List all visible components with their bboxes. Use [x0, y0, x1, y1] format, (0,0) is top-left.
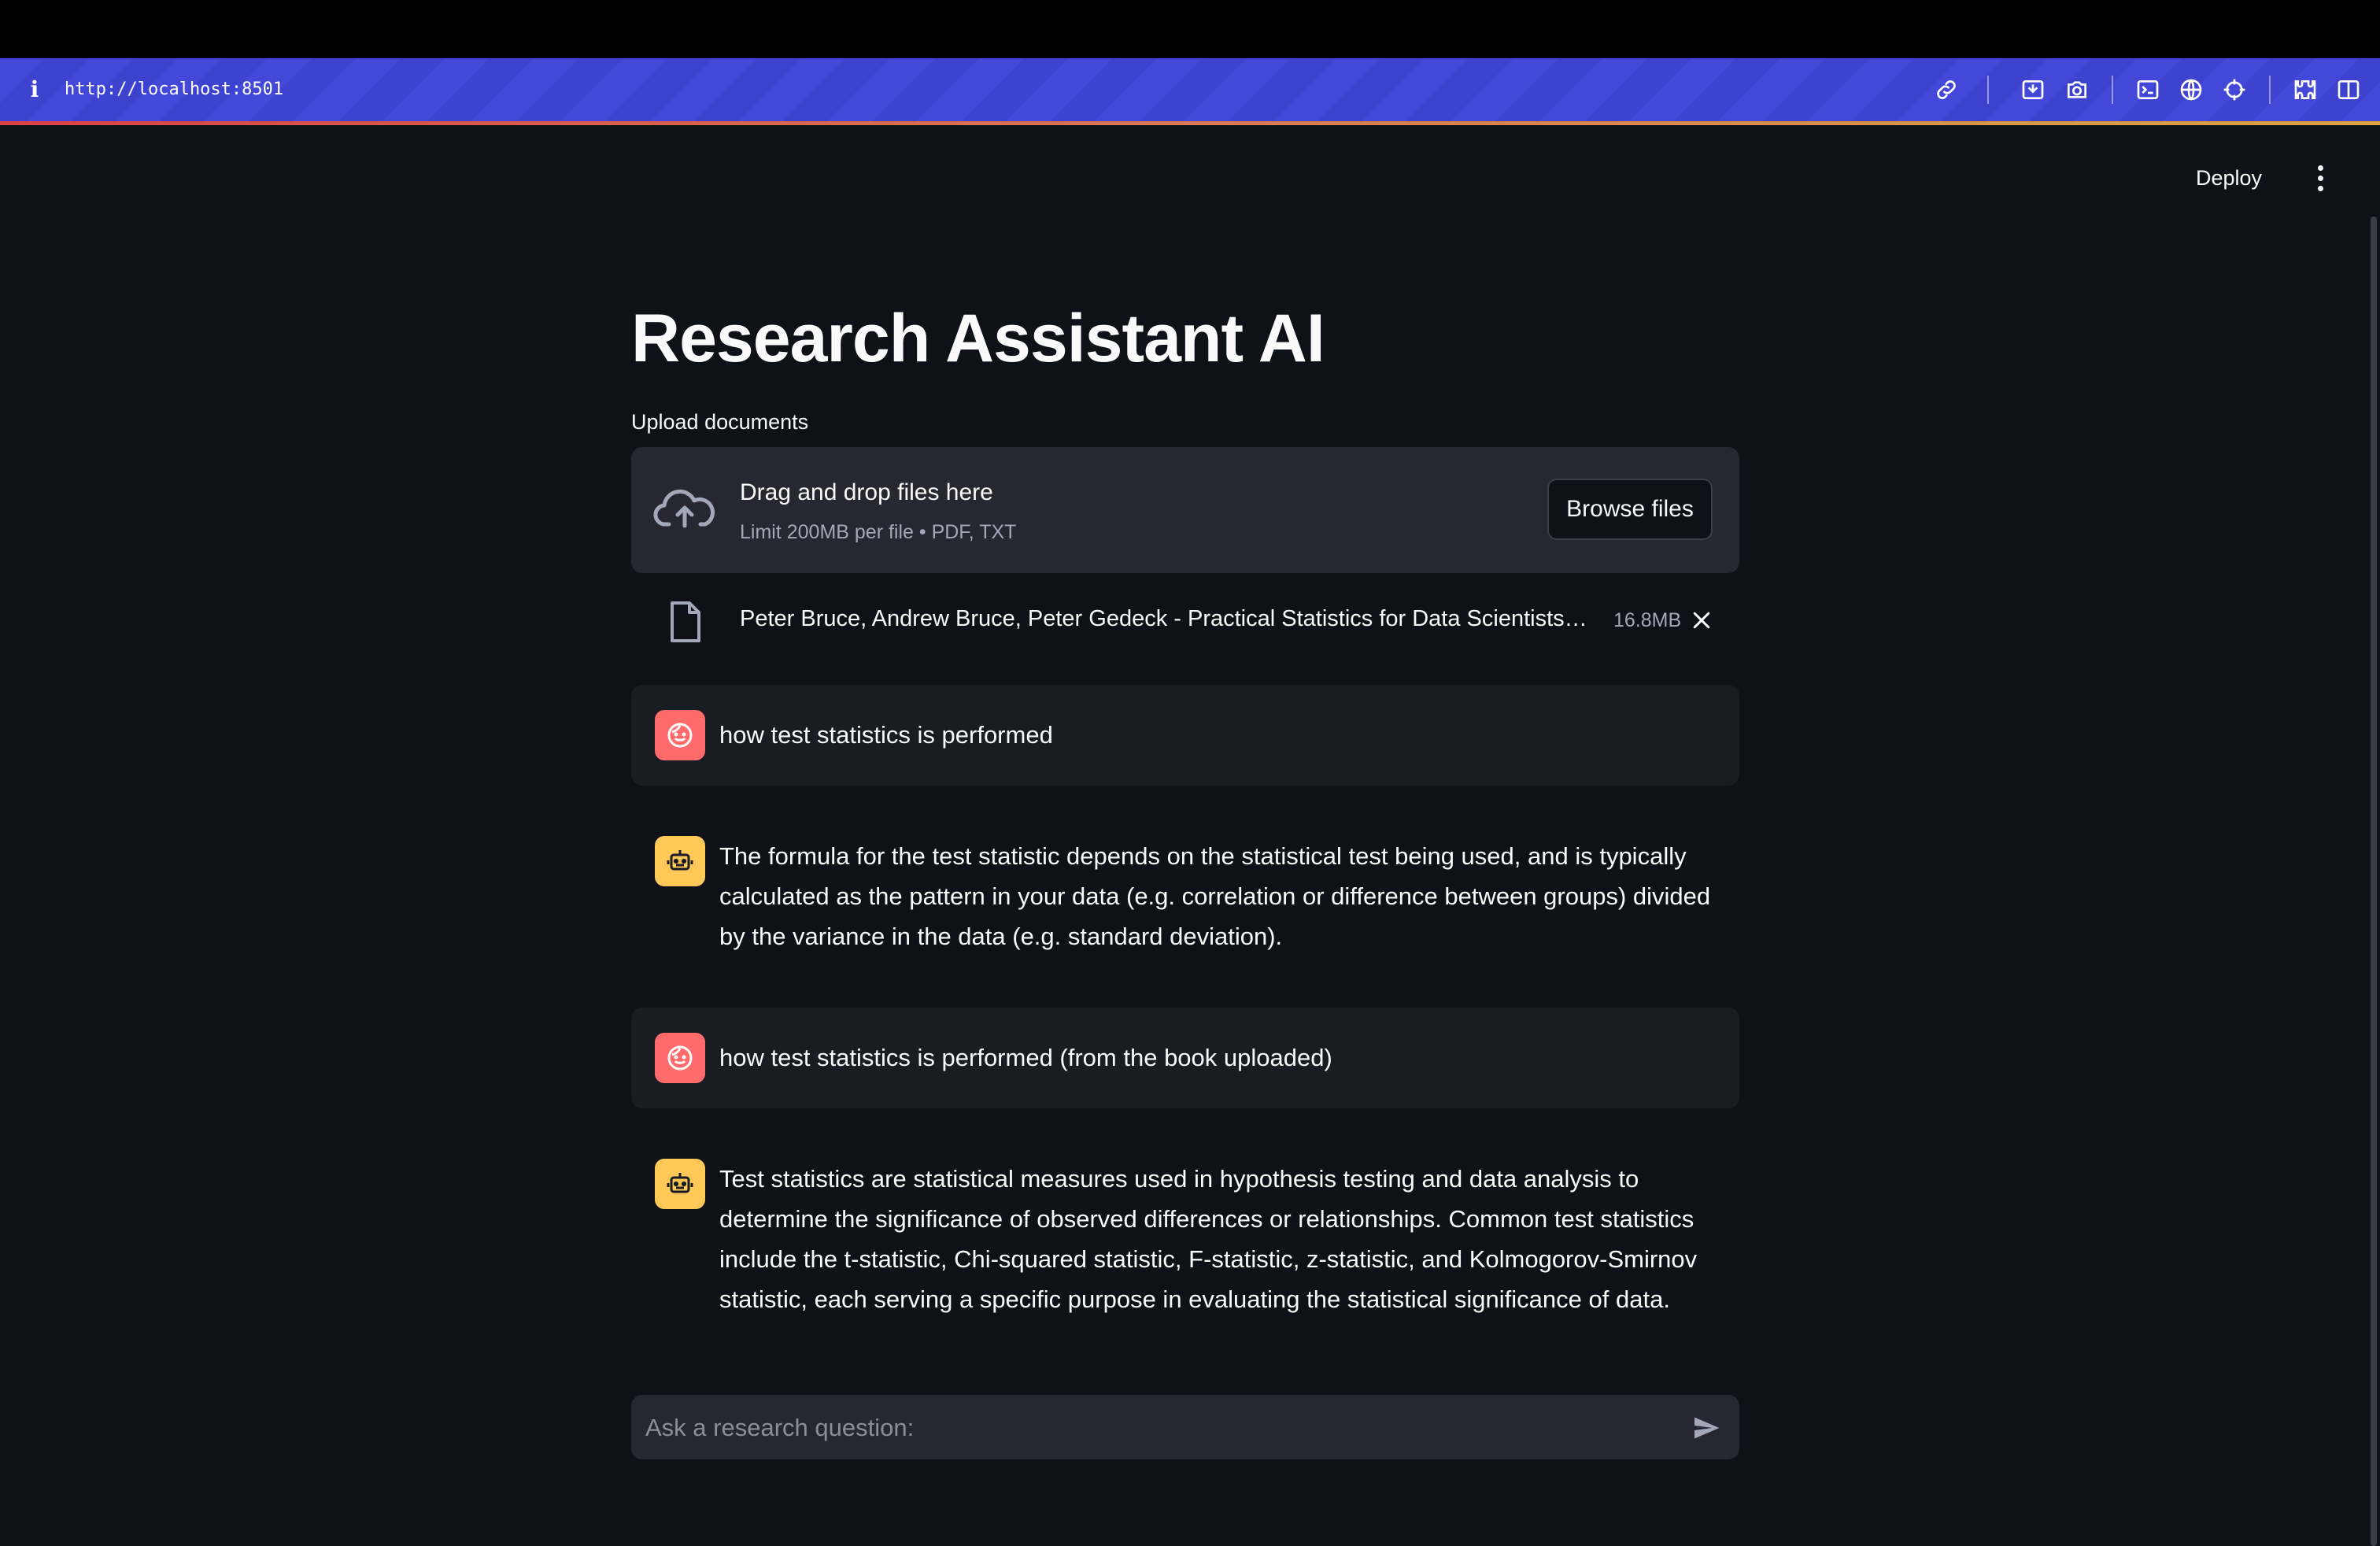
assistant-avatar-icon [655, 836, 705, 886]
scrollbar[interactable] [2371, 216, 2377, 1546]
link-icon[interactable] [1931, 74, 1962, 105]
chat-input[interactable] [644, 1395, 1670, 1461]
terminal-icon[interactable] [2132, 74, 2164, 105]
file-icon [666, 600, 705, 644]
deploy-button[interactable]: Deploy [2196, 157, 2262, 198]
crosshair-icon[interactable] [2219, 74, 2250, 105]
window-top-bar [0, 0, 2380, 58]
toolbar-divider [1987, 76, 1989, 104]
screenshot-icon[interactable] [2017, 74, 2049, 105]
uploaded-file-name: Peter Bruce, Andrew Bruce, Peter Gedeck … [740, 606, 1587, 631]
loading-accent-line [0, 121, 2380, 125]
browse-files-button[interactable]: Browse files [1547, 479, 1713, 540]
remove-file-icon[interactable] [1686, 605, 1717, 636]
toolbar-divider [2269, 76, 2271, 104]
user-avatar-icon [655, 710, 705, 760]
chat-input-container [631, 1395, 1739, 1461]
assistant-avatar-icon [655, 1159, 705, 1209]
send-icon[interactable] [1689, 1412, 1724, 1444]
chat-message-text: how test statistics is performed (from t… [719, 1044, 1332, 1071]
uploaded-file-size: 16.8MB [1613, 609, 1682, 631]
uploader-label: Upload documents [631, 410, 809, 434]
url-text[interactable]: http://localhost:8501 [65, 74, 283, 105]
extensions-icon[interactable] [2289, 74, 2321, 105]
info-icon[interactable]: i [27, 74, 42, 105]
more-vertical-icon[interactable] [2306, 161, 2334, 195]
user-avatar-icon [655, 1033, 705, 1083]
page-title: Research Assistant AI [631, 301, 1325, 376]
toolbar-divider [2112, 76, 2113, 104]
dropzone-limit-text: Limit 200MB per file • PDF, TXT [740, 521, 1017, 543]
chat-message-text: The formula for the test statistic depen… [719, 842, 1711, 950]
split-view-icon[interactable] [2333, 74, 2364, 105]
chat-message-text: Test statistics are statistical measures… [719, 1165, 1698, 1313]
dropzone-title: Drag and drop files here [740, 479, 993, 505]
cloud-upload-icon [653, 485, 716, 532]
chat-message-text: how test statistics is performed [719, 721, 1053, 749]
globe-icon[interactable] [2175, 74, 2207, 105]
camera-icon[interactable] [2061, 74, 2093, 105]
